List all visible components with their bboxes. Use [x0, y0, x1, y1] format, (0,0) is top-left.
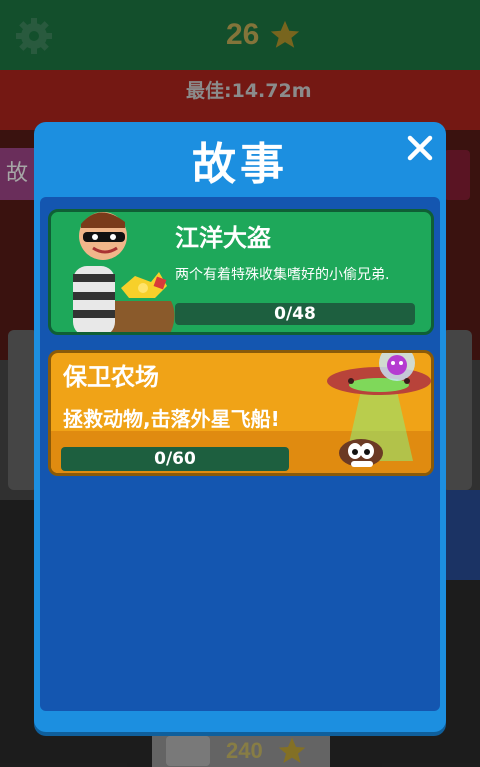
- story-card-farm[interactable]: 保卫农场 拯救动物,击落外星飞船! 0/60: [48, 350, 434, 476]
- story-description: 拯救动物,击落外星飞船!: [63, 407, 280, 431]
- story-progress-label: 0/48: [274, 304, 316, 324]
- story-progress-label: 0/60: [154, 449, 196, 469]
- story-title: 江洋大盗: [175, 224, 271, 252]
- ufo-illustration: [327, 353, 431, 467]
- story-progress-bar: 0/48: [175, 303, 415, 325]
- close-icon[interactable]: [406, 134, 434, 162]
- story-card-thief[interactable]: 江洋大盗 两个有着特殊收集嗜好的小偷兄弟. 0/48: [48, 209, 434, 335]
- story-progress-bar: 0/60: [61, 447, 289, 471]
- story-title: 保卫农场: [63, 363, 159, 391]
- story-description: 两个有着特殊收集嗜好的小偷兄弟.: [175, 267, 390, 283]
- thief-illustration: [73, 212, 175, 332]
